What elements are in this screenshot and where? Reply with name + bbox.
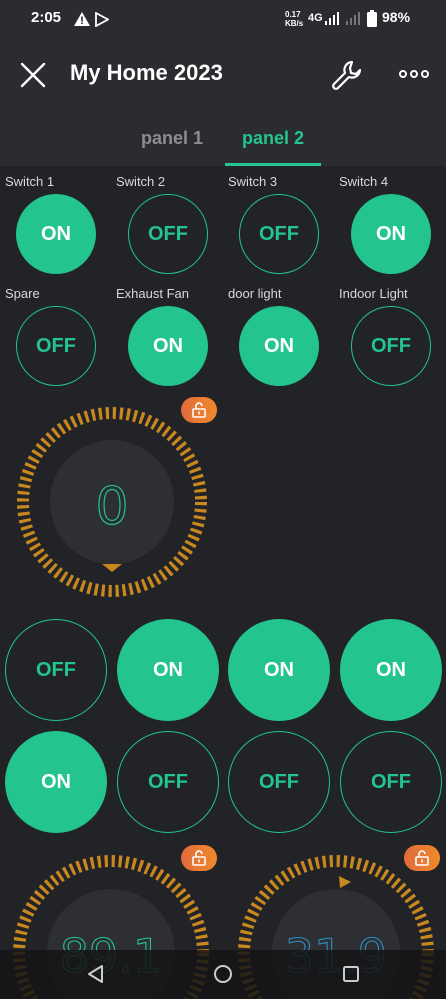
close-icon[interactable] [16,58,50,92]
battery-icon [367,10,377,27]
back-icon[interactable] [86,964,104,984]
door-light-label: door light [228,286,282,301]
row3-button-4[interactable]: ON [340,619,442,721]
net-speed-bottom: KB/s [285,19,304,28]
switch-4-label: Switch 4 [339,174,389,189]
page-title: My Home 2023 [70,60,223,85]
main-dial-value: 0 [95,477,128,537]
net-speed-top: 0.17 [285,10,301,19]
app-bar [0,38,446,110]
signal-icon-2 [346,12,360,25]
network-type: 4G [308,12,323,24]
home-icon[interactable] [213,964,233,984]
status-bar [0,0,446,38]
warning-icon [74,12,90,26]
status-time: 2:05 [31,9,62,26]
more-icon[interactable] [398,60,430,88]
row3-button-3[interactable]: ON [228,619,330,721]
indoor-light-button[interactable]: OFF [351,306,431,386]
play-store-icon [95,12,109,27]
switch-1-label: Switch 1 [5,174,55,189]
spare-label: Spare [5,286,40,301]
exhaust-fan-button[interactable]: ON [128,306,208,386]
unlock-icon [415,850,429,866]
unlock-icon [192,402,206,418]
battery-level: 98% [382,9,411,25]
tab-bar [0,110,446,166]
row4-button-4[interactable]: OFF [340,731,442,833]
switch-2-label: Switch 2 [116,174,166,189]
switch-4-button[interactable]: ON [351,194,431,274]
switch-3-button[interactable]: OFF [239,194,319,274]
switch-2-button[interactable]: OFF [128,194,208,274]
switch-1-button[interactable]: ON [16,194,96,274]
switch-3-label: Switch 3 [228,174,278,189]
wrench-icon[interactable] [330,58,364,92]
tab-panel-1[interactable]: panel 1 [141,128,203,149]
door-light-button[interactable]: ON [239,306,319,386]
lock-badge-right[interactable] [404,845,440,871]
row4-button-2[interactable]: OFF [117,731,219,833]
tab-indicator [225,163,321,166]
indoor-light-label: Indoor Light [339,286,408,301]
signal-icon-1 [325,12,339,25]
exhaust-fan-label: Exhaust Fan [116,286,189,301]
row3-button-1[interactable]: OFF [5,619,107,721]
tab-panel-2[interactable]: panel 2 [242,128,304,149]
lock-badge-main[interactable] [181,397,217,423]
row4-button-3[interactable]: OFF [228,731,330,833]
main-dial[interactable]: 0 [12,402,212,602]
recents-icon[interactable] [342,965,360,983]
unlock-icon [192,850,206,866]
row4-button-1[interactable]: ON [5,731,107,833]
lock-badge-left[interactable] [181,845,217,871]
spare-button[interactable]: OFF [16,306,96,386]
row3-button-2[interactable]: ON [117,619,219,721]
